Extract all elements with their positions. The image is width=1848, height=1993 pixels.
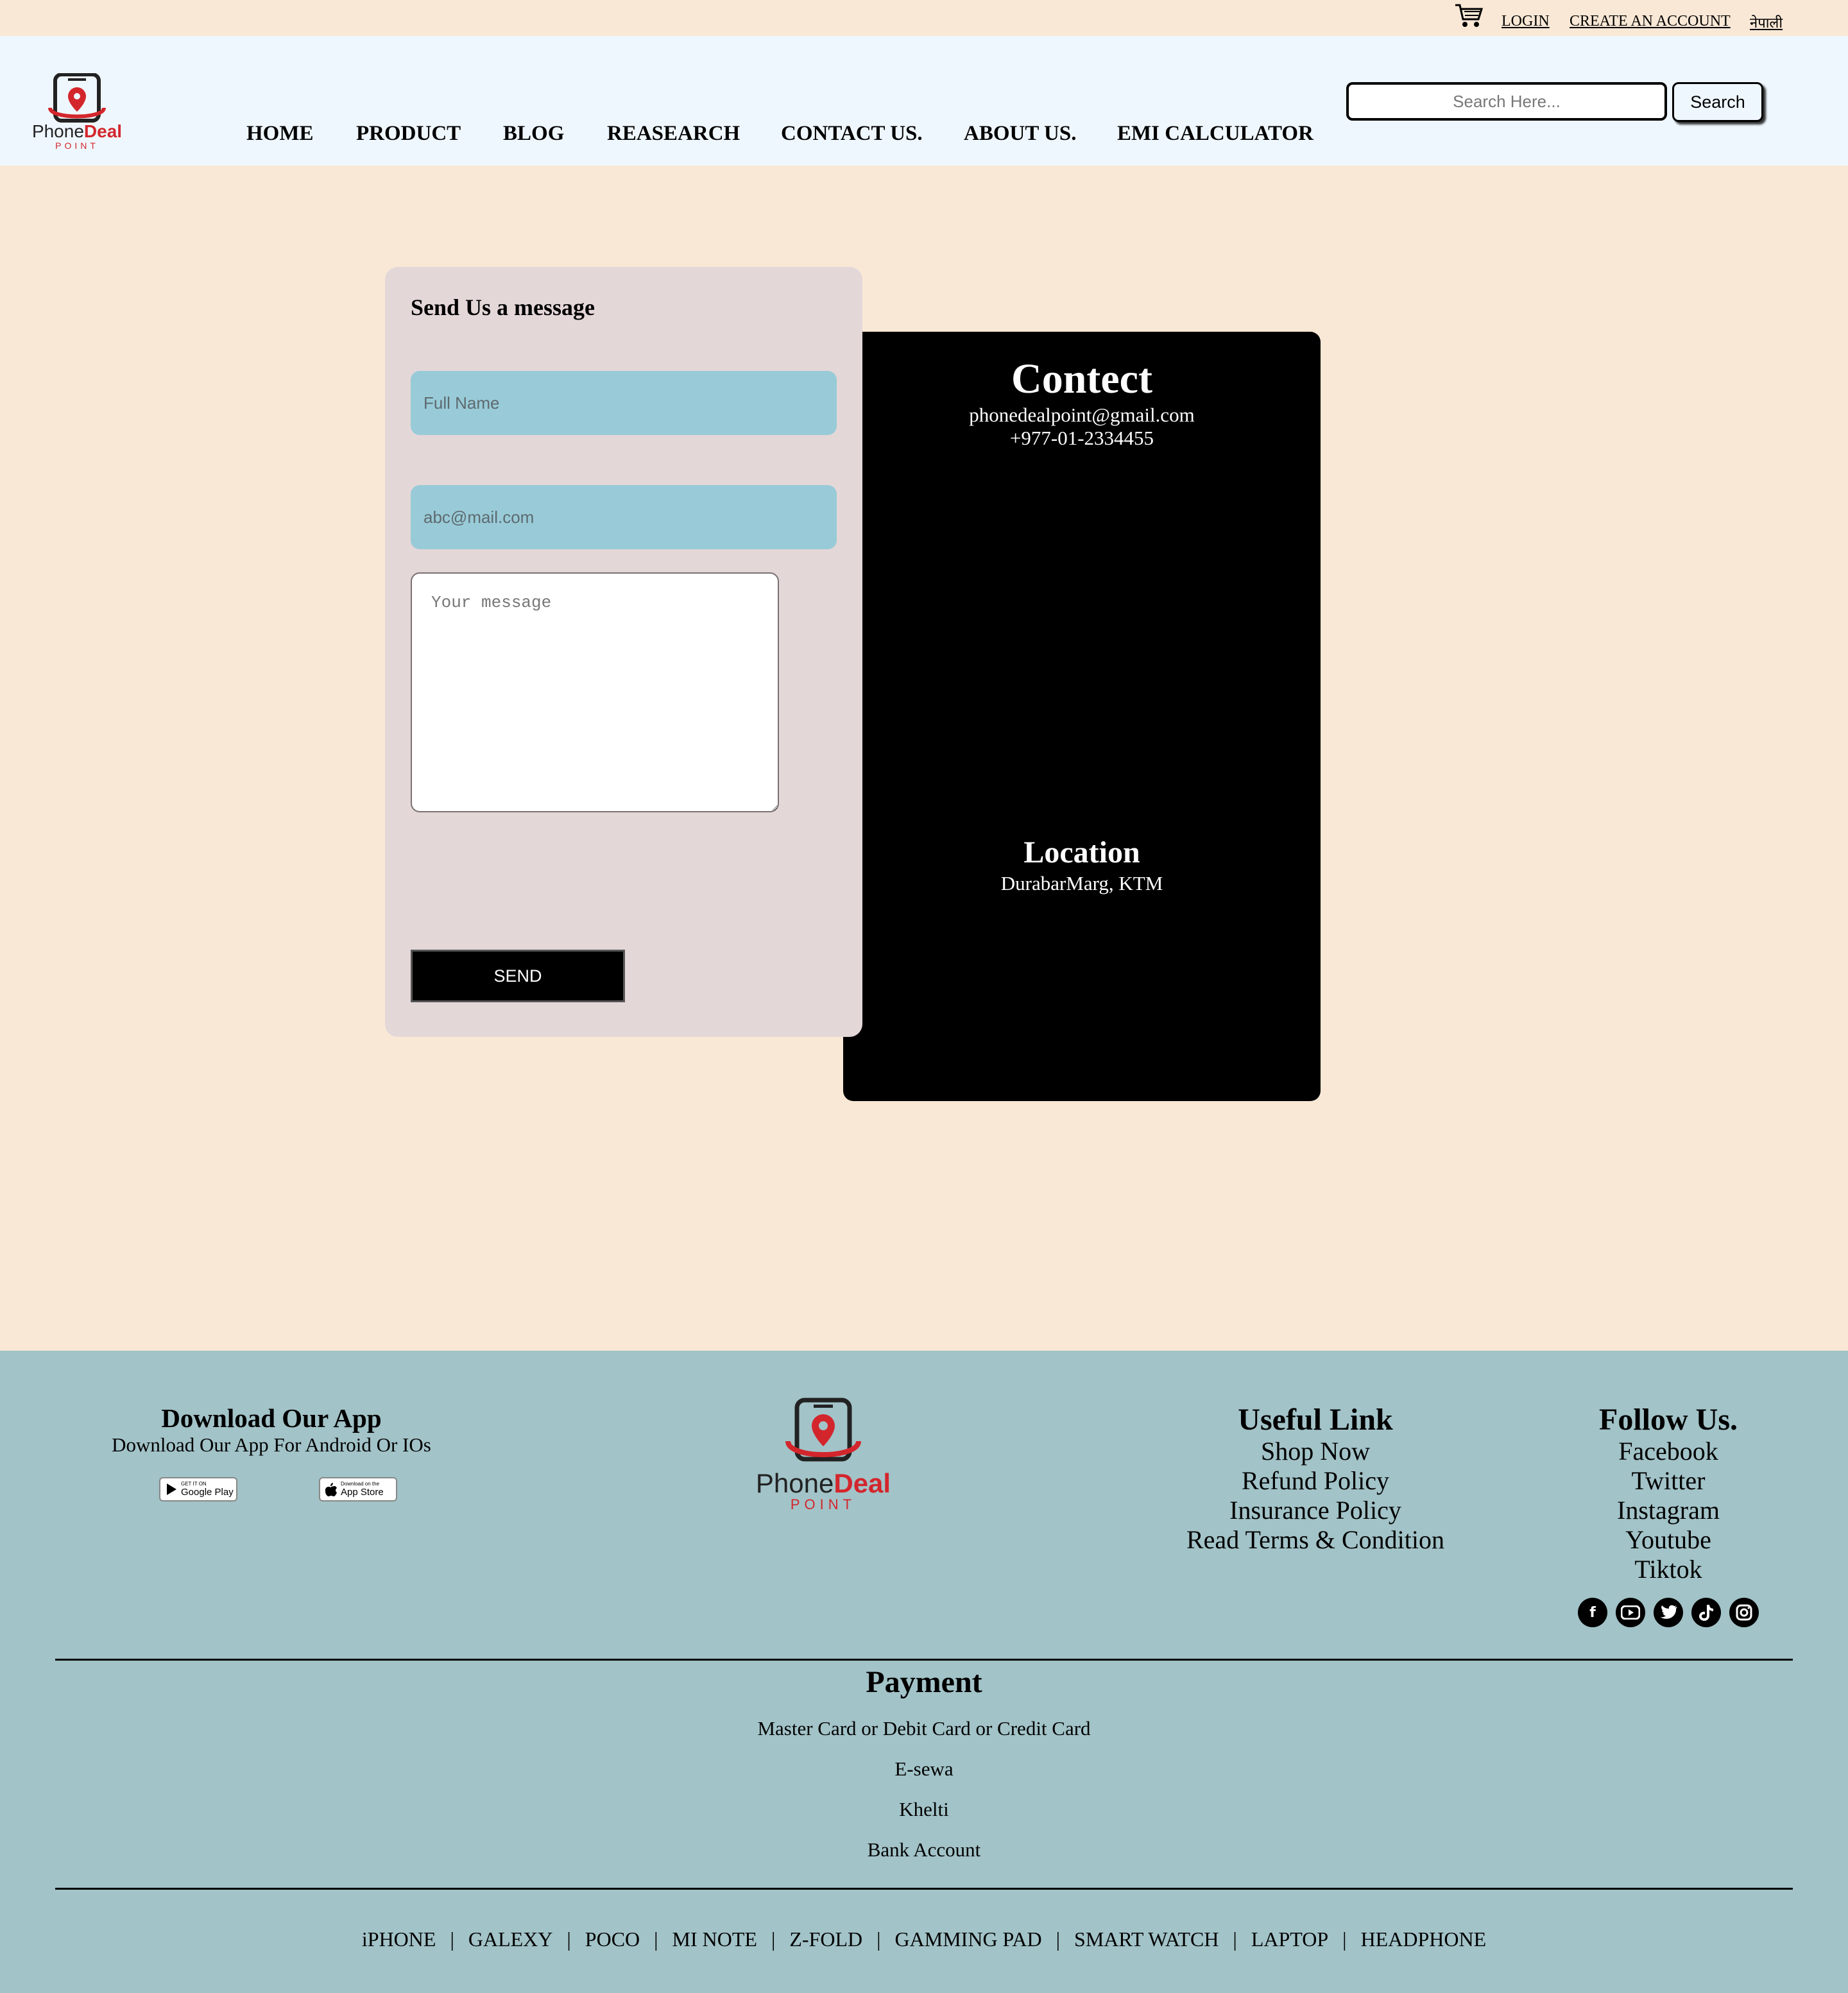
youtube-icon[interactable] bbox=[1616, 1598, 1645, 1627]
tiktok-icon[interactable] bbox=[1691, 1598, 1721, 1627]
footer-logo-name-part1: Phone bbox=[756, 1468, 834, 1498]
email-field[interactable] bbox=[411, 485, 837, 549]
message-textarea[interactable] bbox=[411, 572, 779, 812]
contact-email: phonedealpoint@gmail.com bbox=[969, 404, 1195, 426]
category-gaming-pad[interactable]: GAMMING PAD bbox=[895, 1928, 1042, 1951]
send-button[interactable]: SEND bbox=[411, 950, 625, 1002]
google-play-small-text: GET IT ON bbox=[181, 1481, 207, 1487]
useful-link-refund-policy[interactable]: Refund Policy bbox=[1155, 1466, 1476, 1496]
location-title: Location bbox=[1023, 835, 1140, 869]
location-text: DurabarMarg, KTM bbox=[1000, 872, 1163, 894]
category-separator: | bbox=[1056, 1928, 1061, 1951]
search-button[interactable]: Search bbox=[1672, 82, 1763, 122]
category-smart-watch[interactable]: SMART WATCH bbox=[1074, 1928, 1219, 1951]
google-play-icon bbox=[167, 1484, 176, 1495]
contact-info-card: Contect phonedealpoint@gmail.com +977-01… bbox=[843, 332, 1321, 1101]
nav-blog[interactable]: BLOG bbox=[503, 122, 564, 146]
payment-method: Khelti bbox=[899, 1798, 949, 1820]
create-account-link[interactable]: CREATE AN ACCOUNT bbox=[1570, 13, 1731, 30]
follow-youtube[interactable]: Youtube bbox=[1540, 1525, 1797, 1555]
contact-phone: +977-01-2334455 bbox=[1009, 427, 1154, 449]
language-link[interactable]: नेपाली bbox=[1750, 13, 1783, 32]
footer-brand-logo[interactable]: PhoneDeal POINT bbox=[748, 1398, 898, 1514]
category-iphone[interactable]: iPHONE bbox=[362, 1928, 436, 1951]
category-separator: | bbox=[1342, 1928, 1347, 1951]
svg-text:PhoneDeal: PhoneDeal bbox=[756, 1468, 891, 1498]
app-store-label: App Store bbox=[341, 1487, 384, 1498]
useful-link-insurance-policy[interactable]: Insurance Policy bbox=[1155, 1496, 1476, 1525]
follow-tiktok[interactable]: Tiktok bbox=[1540, 1555, 1797, 1584]
footer-logo-tagline: POINT bbox=[791, 1496, 856, 1512]
google-play-label: Google Play bbox=[181, 1487, 234, 1498]
useful-links-section: Useful Link Shop Now Refund Policy Insur… bbox=[1155, 1403, 1476, 1555]
form-title: Send Us a message bbox=[411, 295, 595, 320]
useful-link-terms[interactable]: Read Terms & Condition bbox=[1155, 1525, 1476, 1555]
category-poco[interactable]: POCO bbox=[585, 1928, 640, 1951]
useful-links-title: Useful Link bbox=[1238, 1403, 1393, 1437]
nav-about-us[interactable]: ABOUT US. bbox=[964, 122, 1076, 146]
footer-divider-bottom bbox=[55, 1888, 1793, 1890]
follow-us-title: Follow Us. bbox=[1599, 1403, 1738, 1437]
category-galaxy[interactable]: GALEXY bbox=[468, 1928, 553, 1951]
apple-icon bbox=[325, 1483, 337, 1496]
follow-twitter[interactable]: Twitter bbox=[1540, 1466, 1797, 1496]
follow-us-section: Follow Us. Facebook Twitter Instagram Yo… bbox=[1540, 1403, 1797, 1584]
google-play-badge[interactable]: GET IT ON Google Play bbox=[159, 1477, 237, 1501]
follow-instagram[interactable]: Instagram bbox=[1540, 1496, 1797, 1525]
download-title: Download Our App bbox=[161, 1403, 382, 1433]
top-utility-bar: LOGIN CREATE AN ACCOUNT नेपाली bbox=[0, 0, 1848, 36]
nav-emi-calculator[interactable]: EMI CALCULATOR bbox=[1117, 122, 1313, 146]
contact-title: Contect bbox=[1011, 355, 1152, 402]
nav-research[interactable]: REASEARCH bbox=[607, 122, 740, 146]
app-store-badge[interactable]: Download on the App Store bbox=[319, 1477, 397, 1501]
payment-title: Payment bbox=[866, 1665, 982, 1699]
nav-home[interactable]: HOME bbox=[246, 122, 314, 146]
login-link[interactable]: LOGIN bbox=[1502, 13, 1550, 30]
download-app-section: Download Our App Download Our App For An… bbox=[64, 1403, 479, 1457]
cart-icon[interactable] bbox=[1454, 3, 1484, 30]
payment-method: E-sewa bbox=[894, 1758, 954, 1780]
message-form-card: Send Us a message SEND bbox=[385, 267, 862, 1037]
category-laptop[interactable]: LAPTOP bbox=[1251, 1928, 1328, 1951]
category-z-fold[interactable]: Z-FOLD bbox=[789, 1928, 862, 1951]
instagram-icon[interactable] bbox=[1729, 1598, 1759, 1627]
facebook-icon[interactable]: f bbox=[1578, 1598, 1607, 1627]
search-input[interactable] bbox=[1346, 82, 1667, 121]
category-separator: | bbox=[567, 1928, 571, 1951]
follow-facebook[interactable]: Facebook bbox=[1540, 1437, 1797, 1466]
category-headphone[interactable]: HEADPHONE bbox=[1361, 1928, 1487, 1951]
nav-product[interactable]: PRODUCT bbox=[356, 122, 461, 146]
twitter-icon[interactable] bbox=[1654, 1598, 1683, 1627]
nav-contact-us[interactable]: CONTACT US. bbox=[781, 122, 923, 146]
footer-logo-name-part2: Deal bbox=[834, 1468, 891, 1498]
main-nav: HOME PRODUCT BLOG REASEARCH CONTACT US. … bbox=[0, 122, 1848, 154]
category-bar: iPHONE | GALEXY | POCO | MI NOTE | Z-FOLD | GAMMIN… bbox=[0, 1928, 1848, 1951]
app-store-small-text: Download on the bbox=[341, 1481, 380, 1487]
full-name-field[interactable] bbox=[411, 371, 837, 435]
category-separator: | bbox=[877, 1928, 881, 1951]
category-separator: | bbox=[450, 1928, 454, 1951]
category-separator: | bbox=[1233, 1928, 1237, 1951]
payment-method: Bank Account bbox=[867, 1838, 981, 1861]
category-mi-note[interactable]: MI NOTE bbox=[672, 1928, 757, 1951]
category-separator: | bbox=[771, 1928, 776, 1951]
category-separator: | bbox=[654, 1928, 658, 1951]
download-subtitle: Download Our App For Android Or IOs bbox=[112, 1433, 431, 1456]
footer-divider-top bbox=[55, 1659, 1793, 1661]
useful-link-shop-now[interactable]: Shop Now bbox=[1155, 1437, 1476, 1466]
payment-method: Master Card or Debit Card or Credit Card bbox=[757, 1717, 1091, 1740]
